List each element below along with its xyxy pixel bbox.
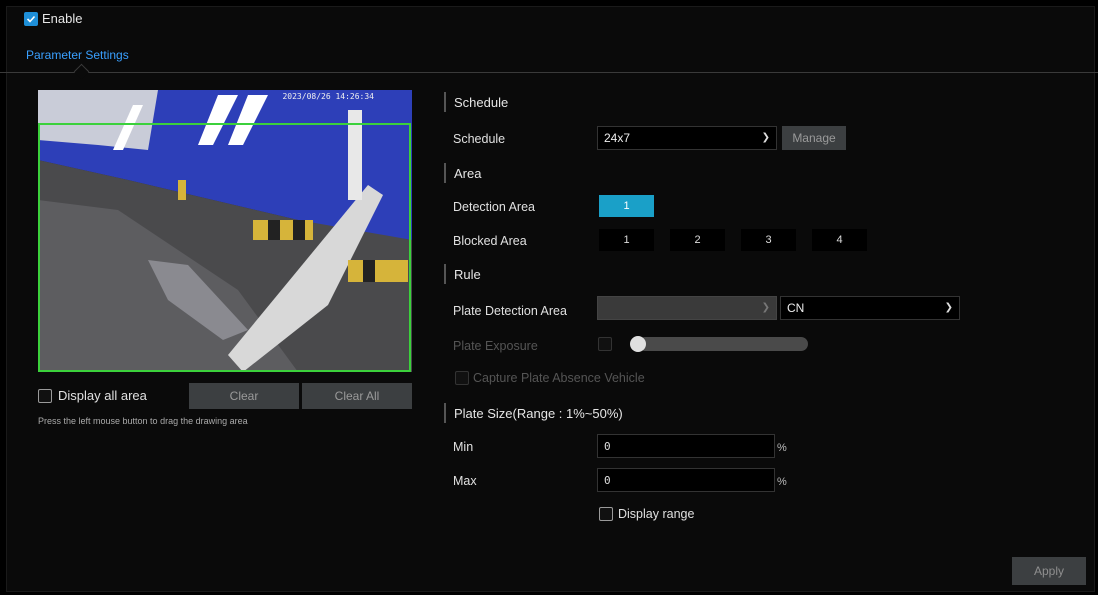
capture-absence-checkbox[interactable] — [455, 371, 469, 385]
display-all-area-label: Display all area — [58, 388, 147, 403]
chevron-down-icon: ❯ — [761, 131, 770, 143]
schedule-select[interactable]: 24x7 ❯ — [597, 126, 777, 150]
rule-section-header: Rule — [444, 264, 481, 284]
max-unit: % — [777, 476, 787, 488]
tab-parameter-settings[interactable]: Parameter Settings — [26, 48, 129, 62]
detection-area-button-1[interactable]: 1 — [599, 195, 654, 217]
capture-absence-toggle[interactable]: Capture Plate Absence Vehicle — [455, 371, 645, 385]
enable-checkbox[interactable] — [24, 11, 38, 26]
plate-size-section-header: Plate Size(Range : 1%~50%) — [444, 403, 623, 423]
min-input[interactable]: 0 — [597, 434, 775, 458]
plate-exposure-slider[interactable] — [638, 337, 808, 351]
clear-button[interactable]: Clear — [189, 383, 299, 409]
plate-exposure-label: Plate Exposure — [453, 339, 538, 353]
region-select[interactable]: CN ❯ — [780, 296, 960, 320]
blocked-area-label: Blocked Area — [453, 234, 527, 248]
display-all-area-toggle[interactable]: Display all area — [38, 388, 147, 403]
drawing-hint: Press the left mouse button to drag the … — [38, 416, 248, 426]
tab-divider — [0, 72, 1098, 73]
display-range-toggle[interactable]: Display range — [599, 507, 694, 521]
manage-button[interactable]: Manage — [782, 126, 846, 150]
chevron-down-icon: ❯ — [761, 301, 770, 313]
schedule-label: Schedule — [453, 132, 506, 146]
plate-detection-area-label: Plate Detection Area — [453, 304, 567, 318]
clear-all-button[interactable]: Clear All — [302, 383, 412, 409]
display-range-checkbox[interactable] — [599, 507, 613, 521]
area-section-header: Area — [444, 163, 481, 183]
enable-label: Enable — [42, 11, 83, 26]
max-input[interactable]: 0 — [597, 468, 775, 492]
min-unit: % — [777, 442, 787, 454]
blocked-area-button-3[interactable]: 3 — [741, 229, 796, 251]
blocked-area-button-2[interactable]: 2 — [670, 229, 725, 251]
apply-button[interactable]: Apply — [1012, 557, 1086, 585]
video-preview[interactable]: 2023/08/26 14:26:34 — [38, 90, 412, 372]
plate-exposure-slider-handle[interactable] — [630, 336, 646, 352]
capture-absence-label: Capture Plate Absence Vehicle — [473, 371, 645, 385]
chevron-down-icon: ❯ — [944, 301, 953, 313]
blocked-area-button-1[interactable]: 1 — [599, 229, 654, 251]
enable-toggle[interactable]: Enable — [24, 11, 82, 26]
camera-image — [38, 90, 412, 372]
display-all-area-checkbox[interactable] — [38, 388, 52, 403]
plate-detection-area-select[interactable]: ❯ — [597, 296, 777, 320]
display-range-label: Display range — [618, 507, 695, 521]
blocked-area-button-4[interactable]: 4 — [812, 229, 867, 251]
checkmark-icon — [26, 15, 36, 23]
schedule-section-header: Schedule — [444, 92, 508, 112]
plate-exposure-checkbox[interactable] — [598, 337, 612, 351]
detection-area-label: Detection Area — [453, 200, 535, 214]
min-label: Min — [453, 440, 474, 454]
video-timestamp: 2023/08/26 14:26:34 — [282, 92, 374, 101]
max-label: Max — [453, 474, 477, 488]
